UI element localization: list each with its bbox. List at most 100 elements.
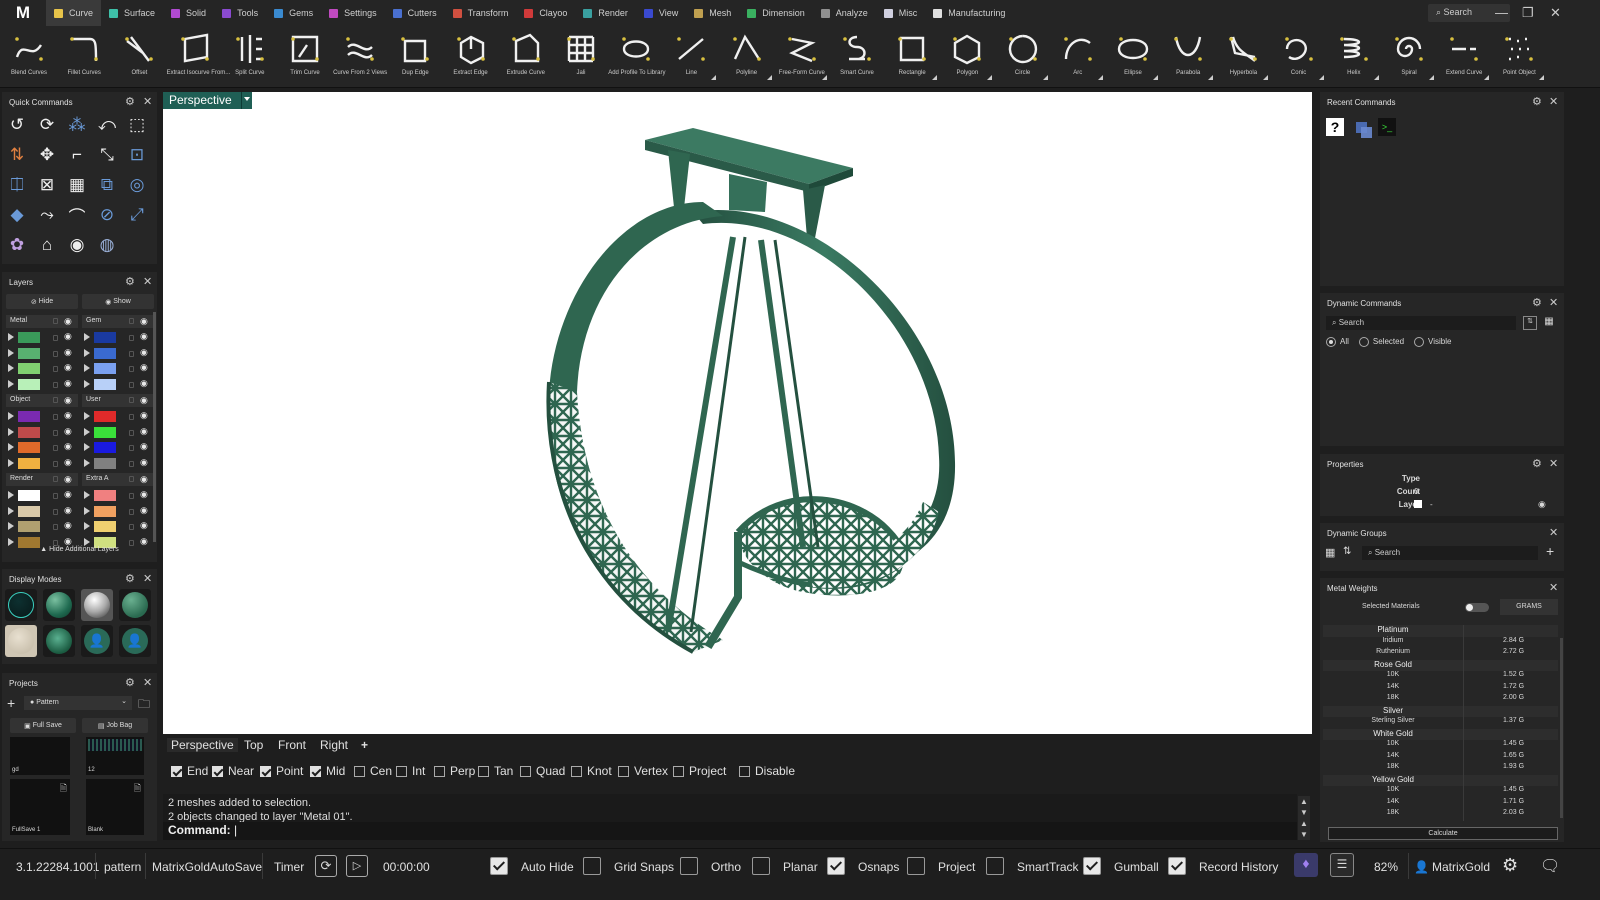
expand-icon[interactable] [8,443,14,452]
extrude-curve-button[interactable]: Extrude Curve [498,26,554,86]
layer-row[interactable]: ◉ [8,330,78,345]
ribbon-tab-gems[interactable]: Gems [266,0,321,26]
eye-icon[interactable]: ◉ [64,474,72,485]
osnap-project[interactable]: Project [673,764,726,778]
lock-icon[interactable] [53,382,58,389]
osnap-mid[interactable]: Mid [310,764,345,778]
checkbox-icon[interactable] [673,765,684,777]
submenu-arrow-icon[interactable] [932,75,938,80]
layer-group-header[interactable]: User ◉ [82,394,154,407]
layer-row[interactable]: ◉ [84,361,154,376]
lock-icon[interactable] [53,414,58,420]
submenu-arrow-icon[interactable] [1208,75,1214,80]
folder-icon[interactable]: 🗀 [138,695,150,716]
eye-icon[interactable]: ◉ [64,395,72,406]
lock-icon[interactable] [53,335,58,341]
curve-from-2-views-button[interactable]: Curve From 2 Views [332,26,388,86]
curve-icon[interactable]: ⤳ [34,202,60,228]
view-tab-front[interactable]: Front [278,738,306,752]
submenu-arrow-icon[interactable] [1318,75,1324,80]
submenu-arrow-icon[interactable] [1042,75,1048,80]
view-tab-top[interactable]: Top [244,738,263,752]
submenu-arrow-icon[interactable] [1484,75,1490,80]
conic-button[interactable]: Conic [1271,26,1327,86]
expand-icon[interactable] [84,522,90,531]
display-mode-clay[interactable] [5,625,37,657]
lock-icon[interactable] [53,366,58,373]
checkbox-icon[interactable] [212,765,223,777]
toggle-ortho-checkbox[interactable] [680,857,698,875]
help-icon[interactable]: ? [1326,118,1344,136]
submenu-arrow-icon[interactable] [1153,75,1158,80]
rectangle-button[interactable]: Rectangle [884,26,940,86]
ribbon-tab-manufacturing[interactable]: Manufacturing [925,0,1013,26]
gear-icon[interactable]: ⚙ [125,572,135,585]
filter-selected[interactable]: Selected [1358,337,1404,347]
layer-row[interactable]: ◉ [8,346,78,361]
eye-icon[interactable]: ◉ [140,426,148,437]
eye-icon[interactable]: ◉ [140,441,148,452]
checkbox-icon[interactable] [354,765,365,777]
rotate-icon[interactable]: ⤺ [94,112,120,138]
eye-icon[interactable]: ◉ [64,457,72,468]
layer-row[interactable]: ◉ [84,346,154,361]
scale-icon[interactable]: ⤡ [94,142,120,168]
radio-icon[interactable] [1326,337,1336,347]
sort-icon[interactable]: ⇅ [1343,546,1351,557]
expand-icon[interactable] [8,538,14,547]
viewport-dropdown-icon[interactable] [241,92,252,109]
submenu-arrow-icon[interactable] [766,75,772,80]
eye-icon[interactable]: ◉ [64,489,72,500]
viewport-title-tab[interactable]: Perspective [163,92,241,109]
ribbon-tab-cutters[interactable]: Cutters [385,0,445,26]
eye-icon[interactable]: ◉ [64,316,72,327]
selected-materials-toggle[interactable] [1465,603,1489,612]
layer-color-swatch[interactable] [94,363,116,375]
hyperbola-button[interactable]: Hyperbola [1215,26,1271,86]
layer-row[interactable]: ◉ [8,504,78,519]
close-icon[interactable]: ✕ [1549,95,1558,108]
eye-icon[interactable]: ◉ [64,426,72,437]
layers-scrollbar[interactable] [153,312,156,542]
close-icon[interactable]: ✕ [1550,5,1561,21]
display-mode-ghosted[interactable] [119,589,151,621]
lock-icon[interactable] [129,414,134,420]
command-input[interactable]: Command: | [163,822,1297,840]
dynamic-groups-search[interactable]: ⌕ Search [1362,546,1538,560]
layer-color-swatch[interactable] [18,426,40,438]
display-mode-shaded[interactable] [43,589,75,621]
layer-color-swatch[interactable] [94,442,116,454]
target-icon[interactable]: ◉ [64,232,90,258]
layer-color-swatch[interactable] [1414,500,1422,508]
lock-icon[interactable] [129,493,134,499]
toggle-osnaps-checkbox[interactable] [827,857,845,875]
submenu-arrow-icon[interactable] [821,75,827,80]
chat-icon[interactable]: 🗨 [1540,856,1560,876]
expand-icon[interactable] [8,412,14,420]
osnap-tan[interactable]: Tan [478,764,513,778]
gear-icon[interactable]: ⚙ [125,95,135,108]
offset-button[interactable]: Offset [111,26,167,86]
osnap-point[interactable]: Point [260,764,303,778]
osnap-near[interactable]: Near [212,764,254,778]
circle-button[interactable]: Circle [995,26,1051,86]
view-tab-perspective[interactable]: Perspective [167,738,238,752]
lock-icon[interactable] [53,508,58,515]
restore-icon[interactable]: ❐ [1522,5,1534,21]
project-thumb[interactable]: 12 [86,737,144,775]
lock-icon[interactable] [129,397,134,403]
close-icon[interactable]: ✕ [1549,526,1558,539]
smart-curve-button[interactable]: Smart Curve [829,26,885,86]
layer-color-swatch[interactable] [94,379,116,391]
eye-icon[interactable]: ◉ [140,395,148,406]
ribbon-tab-curve[interactable]: Curve [46,0,102,26]
eye-icon[interactable]: ◉ [140,331,148,342]
layer-color-swatch[interactable] [94,505,116,517]
filter-all[interactable]: All [1326,337,1349,347]
trim-curve-button[interactable]: Trim Curve [277,26,333,86]
osnap-cen[interactable]: Cen [354,764,392,778]
close-icon[interactable]: ✕ [1549,581,1558,594]
job-bag-button[interactable]: ▤ Job Bag [82,718,148,733]
copy-layers-icon[interactable] [1352,118,1372,138]
blend-curves-button[interactable]: Blend Curves [1,26,57,86]
